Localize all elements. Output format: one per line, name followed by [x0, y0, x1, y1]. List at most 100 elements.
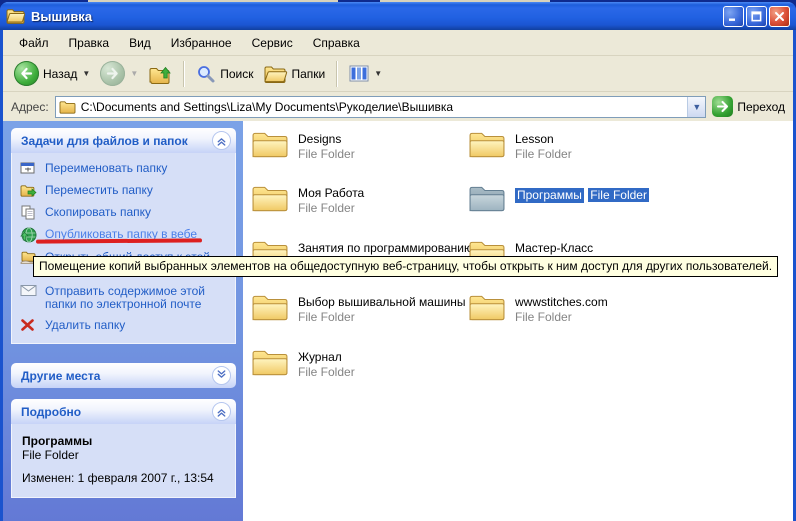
file-name: Designs — [298, 132, 355, 147]
up-button[interactable] — [143, 61, 177, 87]
panel-header-tasks[interactable]: Задачи для файлов и папок — [11, 128, 236, 153]
folder-icon — [469, 293, 505, 323]
forward-button[interactable]: ▼ — [95, 59, 143, 88]
toolbar-separator — [183, 61, 185, 87]
address-input[interactable]: C:\Documents and Settings\Liza\My Docume… — [55, 96, 707, 118]
task-label: Скопировать папку — [45, 206, 223, 219]
folder-item-lesson[interactable]: Lesson File Folder — [469, 130, 572, 161]
chevron-up-icon[interactable] — [212, 131, 231, 150]
folders-label: Папки — [292, 67, 326, 81]
menu-help[interactable]: Справка — [303, 32, 370, 54]
panel-file-folder-tasks: Задачи для файлов и папок Переименовать … — [11, 128, 236, 344]
folders-button[interactable]: Папки — [259, 62, 331, 86]
menu-favorites[interactable]: Избранное — [161, 32, 242, 54]
chevron-up-icon[interactable] — [212, 402, 231, 421]
chevron-down-icon[interactable] — [212, 366, 231, 385]
details-item-name: Программы — [22, 434, 227, 448]
folder-item-programmy-selected[interactable]: Программы File Folder — [469, 184, 649, 214]
panel-details: Подробно Программы File Folder Изменен: … — [11, 399, 236, 498]
file-type: File Folder — [515, 310, 608, 324]
copy-folder-icon — [20, 205, 38, 220]
task-label: Переместить папку — [45, 184, 223, 197]
close-button[interactable] — [769, 6, 790, 27]
folder-item-wwwstitches[interactable]: wwwstitches.com File Folder — [469, 293, 608, 324]
panel-body-details: Программы File Folder Изменен: 1 февраля… — [11, 424, 236, 498]
address-label: Адрес: — [11, 100, 49, 114]
file-list-area: Designs File Folder Lesson File Folder М… — [243, 121, 793, 521]
forward-dropdown-caret[interactable]: ▼ — [130, 69, 138, 78]
task-email-folder-contents[interactable]: Отправить содержимое этой папки по элект… — [20, 285, 231, 311]
go-label: Переход — [737, 100, 785, 114]
forward-icon — [100, 61, 125, 86]
file-name: Lesson — [515, 132, 572, 147]
folder-icon — [252, 348, 288, 378]
menu-view[interactable]: Вид — [119, 32, 161, 54]
back-icon — [14, 61, 39, 86]
delete-icon — [20, 318, 38, 332]
rename-folder-icon — [20, 161, 38, 176]
views-icon — [349, 65, 369, 82]
search-label: Поиск — [220, 67, 253, 81]
address-dropdown-button[interactable]: ▼ — [687, 97, 705, 117]
minimize-button[interactable] — [723, 6, 744, 27]
title-bar: Вышивка — [0, 2, 796, 30]
file-type: File Folder — [588, 188, 649, 202]
menu-file[interactable]: Файл — [9, 32, 59, 54]
folder-item-moya-rabota[interactable]: Моя Работа File Folder — [252, 184, 364, 215]
task-copy-folder[interactable]: Скопировать папку — [20, 206, 231, 220]
folder-icon-selected — [469, 184, 505, 214]
details-item-type: File Folder — [22, 448, 227, 462]
task-pane-sidebar: Задачи для файлов и папок Переименовать … — [3, 121, 243, 521]
tooltip: Помещение копий выбранных элементов на о… — [33, 256, 778, 277]
file-name: Выбор вышивальной машины — [298, 295, 466, 310]
back-dropdown-caret[interactable]: ▼ — [82, 69, 90, 78]
folder-item-zhurnal[interactable]: Журнал File Folder — [252, 348, 355, 379]
file-name: Моя Работа — [298, 186, 364, 201]
file-type: File Folder — [515, 147, 572, 161]
task-delete-folder[interactable]: Удалить папку — [20, 319, 231, 332]
back-button[interactable]: Назад ▼ — [9, 59, 95, 88]
menu-tools[interactable]: Сервис — [242, 32, 303, 54]
task-label: Отправить содержимое этой папки по элект… — [45, 285, 223, 311]
content-area: Задачи для файлов и папок Переименовать … — [3, 121, 793, 521]
task-rename-folder[interactable]: Переименовать папку — [20, 162, 231, 176]
panel-title: Другие места — [21, 369, 100, 383]
search-button[interactable]: Поиск — [191, 62, 258, 86]
toolbar: Назад ▼ ▼ Поиск — [3, 56, 793, 92]
file-name: Мастер-Класс — [515, 241, 593, 256]
email-icon — [20, 284, 38, 297]
panel-body-tasks: Переименовать папку Переместить папку — [11, 153, 236, 344]
go-button[interactable]: Переход — [712, 96, 789, 117]
panel-title: Задачи для файлов и папок — [21, 134, 188, 148]
move-folder-icon — [20, 183, 38, 198]
panel-header-details[interactable]: Подробно — [11, 399, 236, 424]
address-bar: Адрес: C:\Documents and Settings\Liza\My… — [3, 92, 793, 122]
up-folder-icon — [148, 63, 172, 85]
file-name: wwwstitches.com — [515, 295, 608, 310]
toolbar-separator — [336, 61, 338, 87]
file-name: Занятия по программированию — [298, 241, 473, 256]
folder-item-vybor-mashiny[interactable]: Выбор вышивальной машины File Folder — [252, 293, 466, 324]
views-button[interactable]: ▼ — [344, 63, 387, 84]
details-item-modified: Изменен: 1 февраля 2007 г., 13:54 — [22, 471, 227, 485]
folder-icon — [6, 8, 25, 24]
maximize-button[interactable] — [746, 6, 767, 27]
go-arrow-icon — [712, 96, 733, 117]
address-path: C:\Documents and Settings\Liza\My Docume… — [81, 100, 688, 114]
views-dropdown-caret[interactable]: ▼ — [374, 69, 382, 78]
folder-icon — [252, 293, 288, 323]
task-label: Удалить папку — [45, 319, 223, 332]
task-label: Переименовать папку — [45, 162, 223, 175]
panel-title: Подробно — [21, 405, 81, 419]
panel-other-places: Другие места — [11, 363, 236, 388]
panel-header-other-places[interactable]: Другие места — [11, 363, 236, 388]
task-move-folder[interactable]: Переместить папку — [20, 184, 231, 198]
sidebar-gap — [11, 344, 236, 363]
back-label: Назад — [43, 67, 77, 81]
menu-bar: Файл Правка Вид Избранное Сервис Справка — [3, 30, 793, 56]
menu-edit[interactable]: Правка — [59, 32, 120, 54]
folder-item-designs[interactable]: Designs File Folder — [252, 130, 355, 161]
folders-icon — [264, 64, 288, 84]
window-title: Вышивка — [31, 9, 721, 24]
file-type: File Folder — [298, 365, 355, 379]
